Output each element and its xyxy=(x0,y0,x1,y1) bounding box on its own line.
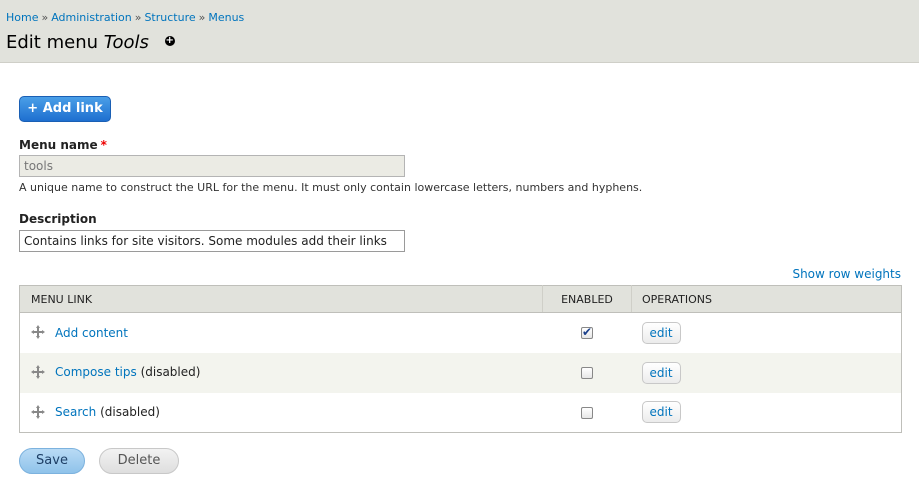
save-button[interactable]: Save xyxy=(19,448,85,474)
column-header-operations: OPERATIONS xyxy=(631,285,902,313)
table-row: Add content edit xyxy=(19,312,902,353)
enabled-cell xyxy=(542,352,632,393)
breadcrumb: Home» Administration» Structure» Menus xyxy=(6,11,244,24)
operations-cell: edit xyxy=(631,312,902,353)
drag-handle-icon[interactable] xyxy=(31,404,45,419)
description-input[interactable]: Contains links for site visitors. Some m… xyxy=(19,230,405,252)
menu-link-status: (disabled) xyxy=(140,365,201,380)
enabled-cell xyxy=(542,392,632,433)
column-header-enabled: ENABLED xyxy=(542,285,632,313)
drag-handle-icon[interactable] xyxy=(31,325,45,339)
menu-link-add-content[interactable]: Add content xyxy=(55,326,128,340)
menu-link-compose-tips[interactable]: Compose tips xyxy=(55,365,137,379)
breadcrumb-administration[interactable]: Administration xyxy=(51,11,132,24)
menu-link-search[interactable]: Search xyxy=(55,405,96,419)
table-row: Search (disabled) edit xyxy=(19,392,902,433)
column-header-menu-link: MENU LINK xyxy=(19,285,543,313)
page-title-prefix: Edit menu xyxy=(6,32,99,53)
enabled-checkbox[interactable] xyxy=(581,406,593,419)
enabled-cell xyxy=(542,312,632,353)
plus-circle-icon[interactable]: + xyxy=(164,36,175,46)
breadcrumb-separator: » xyxy=(198,11,206,24)
page-header: Home» Administration» Structure» Menus Edit… xyxy=(0,0,919,63)
operations-cell: edit xyxy=(631,352,902,393)
breadcrumb-separator: » xyxy=(134,11,142,24)
breadcrumb-structure[interactable]: Structure xyxy=(144,11,195,24)
delete-button[interactable]: Delete xyxy=(99,448,179,474)
enabled-checkbox[interactable] xyxy=(581,367,593,379)
page-title: Edit menu Tools + xyxy=(6,32,175,53)
menu-name-help-text: A unique name to construct the URL for t… xyxy=(19,181,643,194)
edit-button[interactable]: edit xyxy=(641,401,681,424)
drag-handle-icon[interactable] xyxy=(31,364,45,379)
add-link-button[interactable]: + Add link xyxy=(19,96,111,122)
description-label: Description xyxy=(19,212,97,226)
table-header-row: MENU LINK ENABLED OPERATIONS xyxy=(19,285,902,313)
menu-name-input: tools xyxy=(19,155,405,177)
breadcrumb-separator: » xyxy=(41,11,49,24)
breadcrumb-home[interactable]: Home xyxy=(6,11,38,24)
menu-link-cell: Add content xyxy=(19,312,543,353)
menu-link-status: (disabled) xyxy=(100,405,160,419)
page-title-menu-name: Tools xyxy=(103,32,149,53)
enabled-checkbox[interactable] xyxy=(581,325,593,340)
menu-name-label-text: Menu name xyxy=(19,138,98,152)
menu-link-cell: Compose tips (disabled) xyxy=(19,352,543,393)
show-row-weights-link[interactable]: Show row weights xyxy=(792,267,901,281)
required-marker: * xyxy=(100,138,107,152)
edit-button[interactable]: edit xyxy=(641,321,681,344)
edit-button[interactable]: edit xyxy=(641,361,681,384)
table-row: Compose tips (disabled) edit xyxy=(19,352,902,393)
breadcrumb-menus[interactable]: Menus xyxy=(208,11,244,24)
operations-cell: edit xyxy=(631,392,902,433)
menu-links-table: MENU LINK ENABLED OPERATIONS Add content… xyxy=(19,285,902,433)
menu-name-label: Menu name * xyxy=(19,138,107,152)
menu-link-cell: Search (disabled) xyxy=(19,392,543,433)
